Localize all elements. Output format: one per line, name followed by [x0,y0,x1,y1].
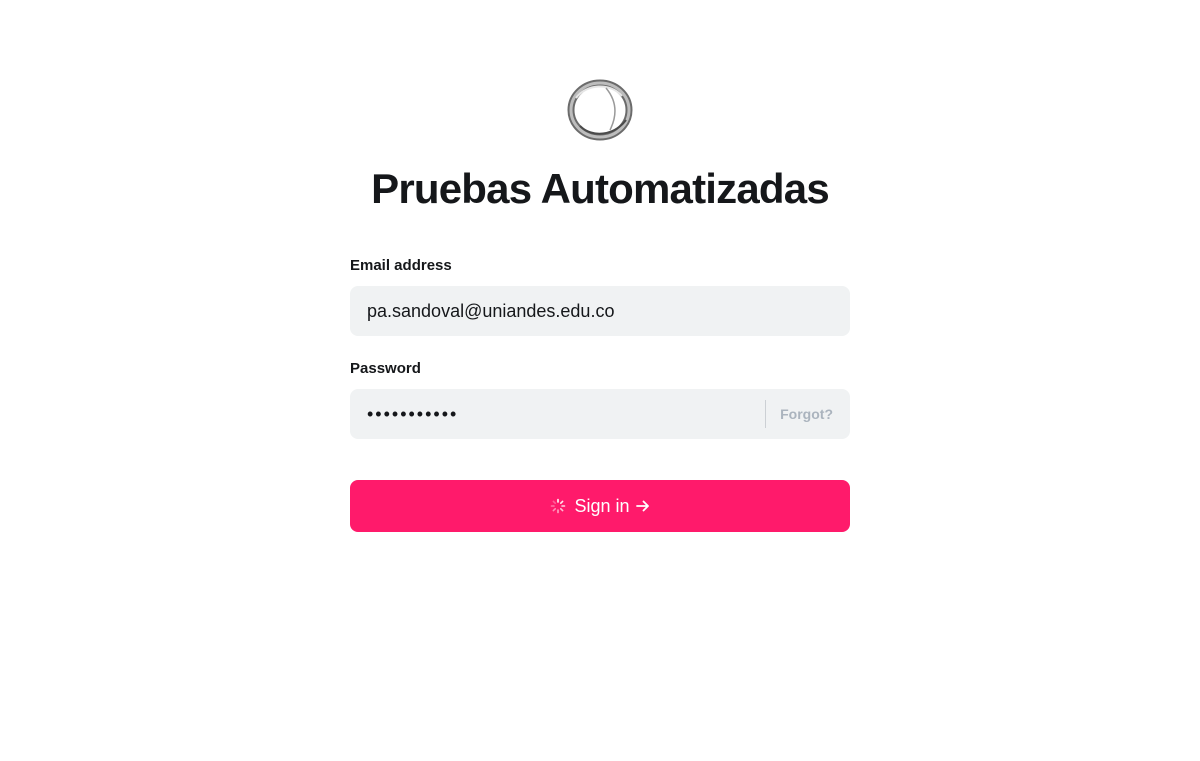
password-divider [765,400,766,428]
email-field[interactable] [350,286,850,336]
signin-button[interactable]: Sign in [350,480,850,532]
password-group: Password Forgot? [350,359,850,439]
password-field[interactable] [350,389,765,439]
email-field-wrapper [350,286,850,336]
forgot-password-link[interactable]: Forgot? [780,389,833,439]
spinner-icon [551,498,566,514]
email-group: Email address [350,256,850,336]
password-label: Password [350,360,421,377]
signin-form: Email address Password Forgot? [350,256,850,532]
arrow-right-icon [635,500,649,512]
signin-button-label: Sign in [574,495,630,516]
password-field-wrapper: Forgot? [350,389,850,439]
site-title: Pruebas Automatizadas [371,165,830,212]
email-label: Email address [350,257,452,274]
signin-page: Pruebas Automatizadas Email address Pass… [0,0,1200,761]
ring-logo-icon [567,79,633,141]
